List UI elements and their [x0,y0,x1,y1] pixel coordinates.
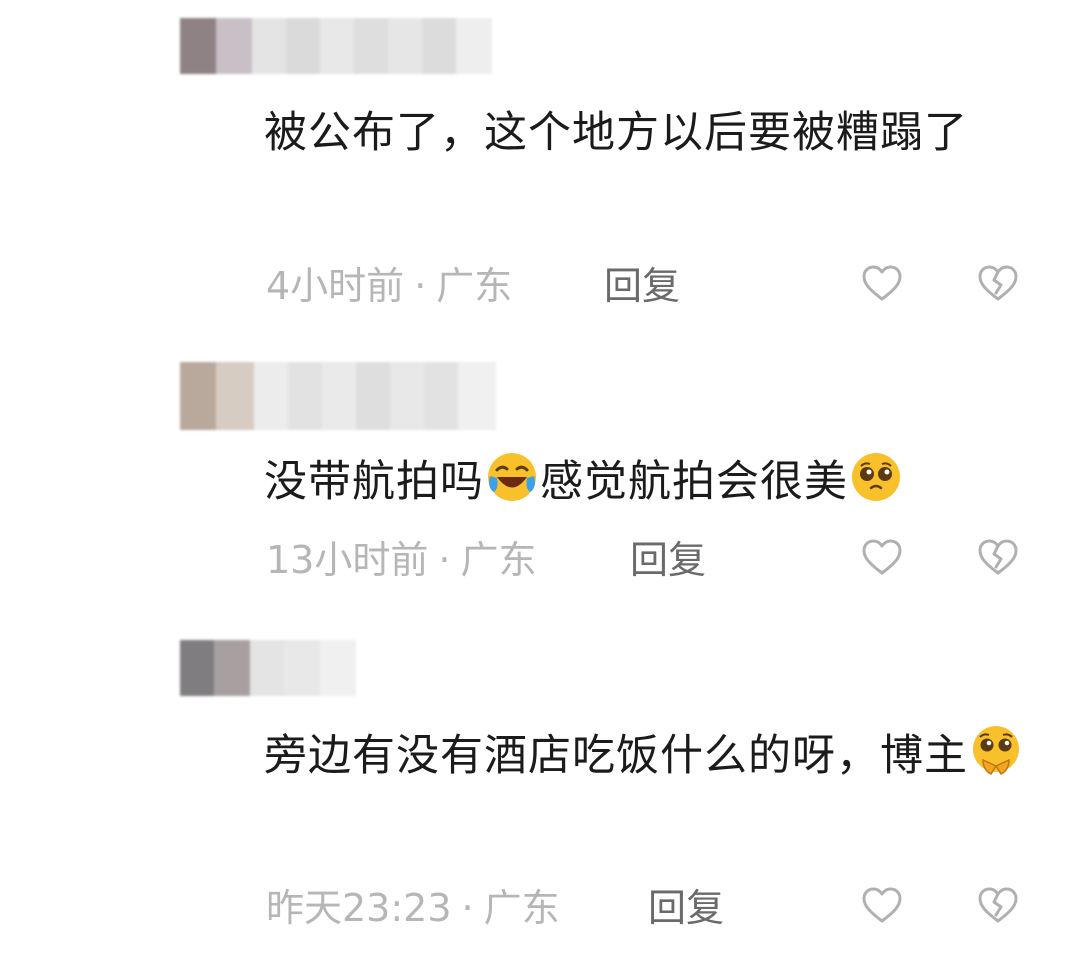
username-blurred[interactable] [180,18,492,74]
broken-heart-icon[interactable] [976,536,1020,580]
comment-time: 4小时前 [266,264,405,308]
comment-text-part: 没带航拍吗 [264,457,484,507]
comment-time: 昨天23:23 [266,886,452,930]
pleading-hands-emoji [973,726,1019,775]
broken-heart-icon[interactable] [976,262,1020,306]
reply-button[interactable]: 回复 [630,538,706,582]
laughing-crying-emoji [488,453,536,501]
comment-meta: 昨天23:23 · 广东 [266,886,560,930]
comment-location: 广东 [483,886,560,930]
comment-location: 广东 [436,264,513,308]
comment-meta: 4小时前 · 广东 [266,264,512,308]
reply-button[interactable]: 回复 [604,264,680,308]
meta-separator: · [414,264,427,308]
username-blurred[interactable] [180,362,496,430]
broken-heart-icon[interactable] [976,884,1020,928]
comment-text: 没带航拍吗 感觉航拍会很美 [264,450,1044,513]
pleading-face-emoji [852,453,900,501]
meta-separator: · [438,538,451,582]
heart-outline-icon[interactable] [860,536,904,580]
heart-outline-icon[interactable] [860,262,904,306]
comment-location: 广东 [460,538,537,582]
comment-text-content: 旁边有没有酒店吃饭什么的呀，博主 [264,731,968,781]
comment-text-part: 感觉航拍会很美 [540,457,848,507]
comment-time: 13小时前 [266,538,429,582]
reply-button[interactable]: 回复 [648,886,724,930]
comment-text: 被公布了，这个地方以后要被糟蹋了 [264,108,968,158]
comment-text: 旁边有没有酒店吃饭什么的呀，博主 [264,724,1044,787]
username-blurred[interactable] [180,640,356,696]
meta-separator: · [461,886,474,930]
heart-outline-icon[interactable] [860,884,904,928]
comment-meta: 13小时前 · 广东 [266,538,536,582]
